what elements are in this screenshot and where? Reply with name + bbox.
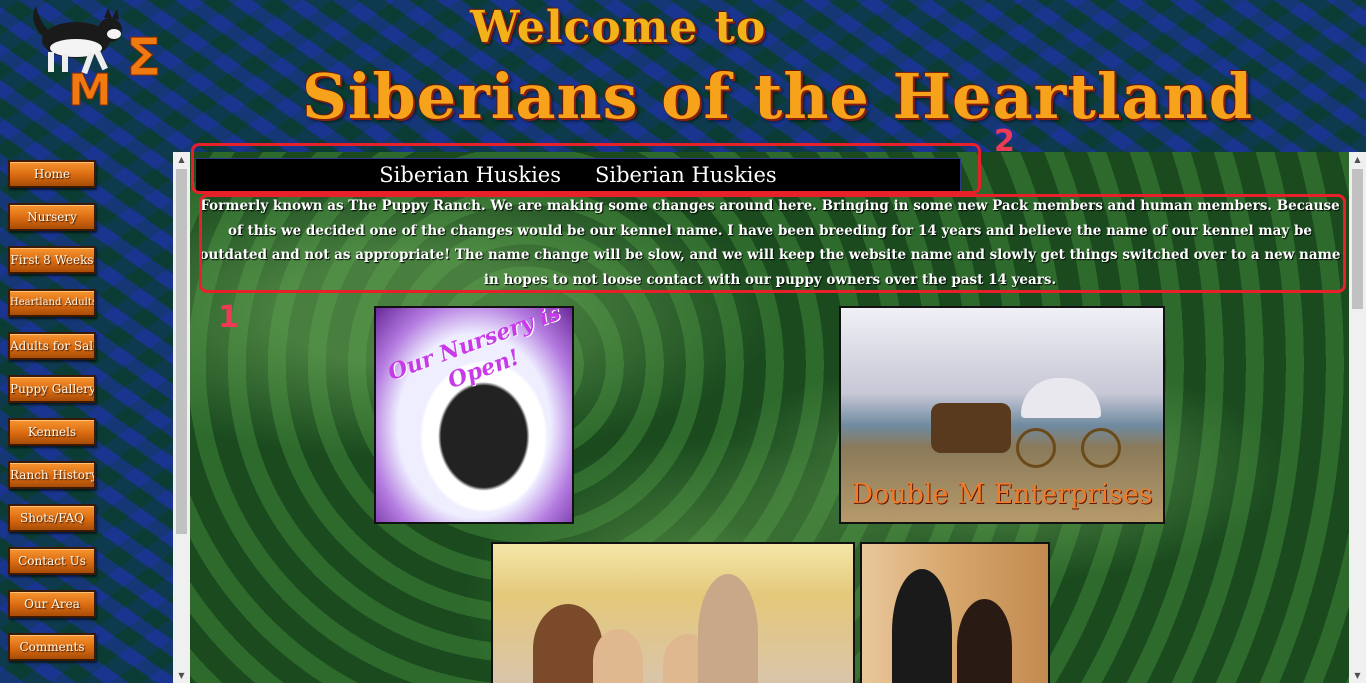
site-logo[interactable]: M Σ [18,0,168,115]
family-photo[interactable] [491,542,855,683]
wagon-wheel [1016,428,1056,468]
nav-ranch-history-button[interactable]: Ranch History [8,461,96,489]
person-image [957,599,1012,683]
wagon-wheel [1081,428,1121,468]
annotation-label-1: 1 [218,300,239,335]
scroll-up-arrow-icon[interactable]: ▲ [1349,152,1366,167]
person-image [593,629,643,683]
nav-contact-us-button[interactable]: Contact Us [8,547,96,575]
nav-puppy-gallery-button[interactable]: Puppy Gallery [8,375,96,403]
person-image [698,574,758,683]
nav-our-area-button[interactable]: Our Area [8,590,96,618]
nav-nursery-button[interactable]: Nursery [8,203,96,231]
double-m-enterprises-photo[interactable]: Double M Enterprises [839,306,1165,524]
scrollbar-thumb[interactable] [1352,169,1363,309]
nursery-photo-link[interactable]: Our Nursery is Open! [374,306,574,524]
annotation-label-2: 2 [994,124,1015,159]
scroll-up-arrow-icon[interactable]: ▲ [173,152,190,167]
nursery-photo-caption: Our Nursery is Open! [384,306,564,395]
site-title: Siberians of the Heartland [302,60,1254,133]
scroll-down-arrow-icon[interactable]: ▼ [173,668,190,683]
nav-first-8-weeks-button[interactable]: First 8 Weeks [8,246,96,274]
couple-photo[interactable] [860,542,1050,683]
double-m-caption: Double M Enterprises [851,479,1153,510]
right-scrollbar[interactable]: ▲ ▼ [1349,152,1366,683]
nav-comments-button[interactable]: Comments [8,633,96,661]
horses-image [931,403,1011,453]
svg-text:M: M [68,65,112,115]
nav-adults-for-sale-button[interactable]: Adults for Sale [8,332,96,360]
nav-shots-faq-button[interactable]: Shots/FAQ [8,504,96,532]
covered-wagon-image [1021,378,1101,418]
husky-icon [33,6,122,75]
sidebar-nav: Home Nursery First 8 Weeks Heartland Adu… [8,160,98,676]
person-image [892,569,952,683]
scroll-down-arrow-icon[interactable]: ▼ [1349,668,1366,683]
annotation-box-1 [199,194,1346,293]
left-scrollbar[interactable]: ▲ ▼ [173,152,190,683]
svg-text:Σ: Σ [126,28,162,88]
nav-heartland-adults-button[interactable]: Heartland Adults [8,289,96,317]
annotation-box-2 [191,143,981,194]
nav-home-button[interactable]: Home [8,160,96,188]
scrollbar-thumb[interactable] [176,169,187,534]
welcome-heading: Welcome to [470,2,767,53]
nav-kennels-button[interactable]: Kennels [8,418,96,446]
